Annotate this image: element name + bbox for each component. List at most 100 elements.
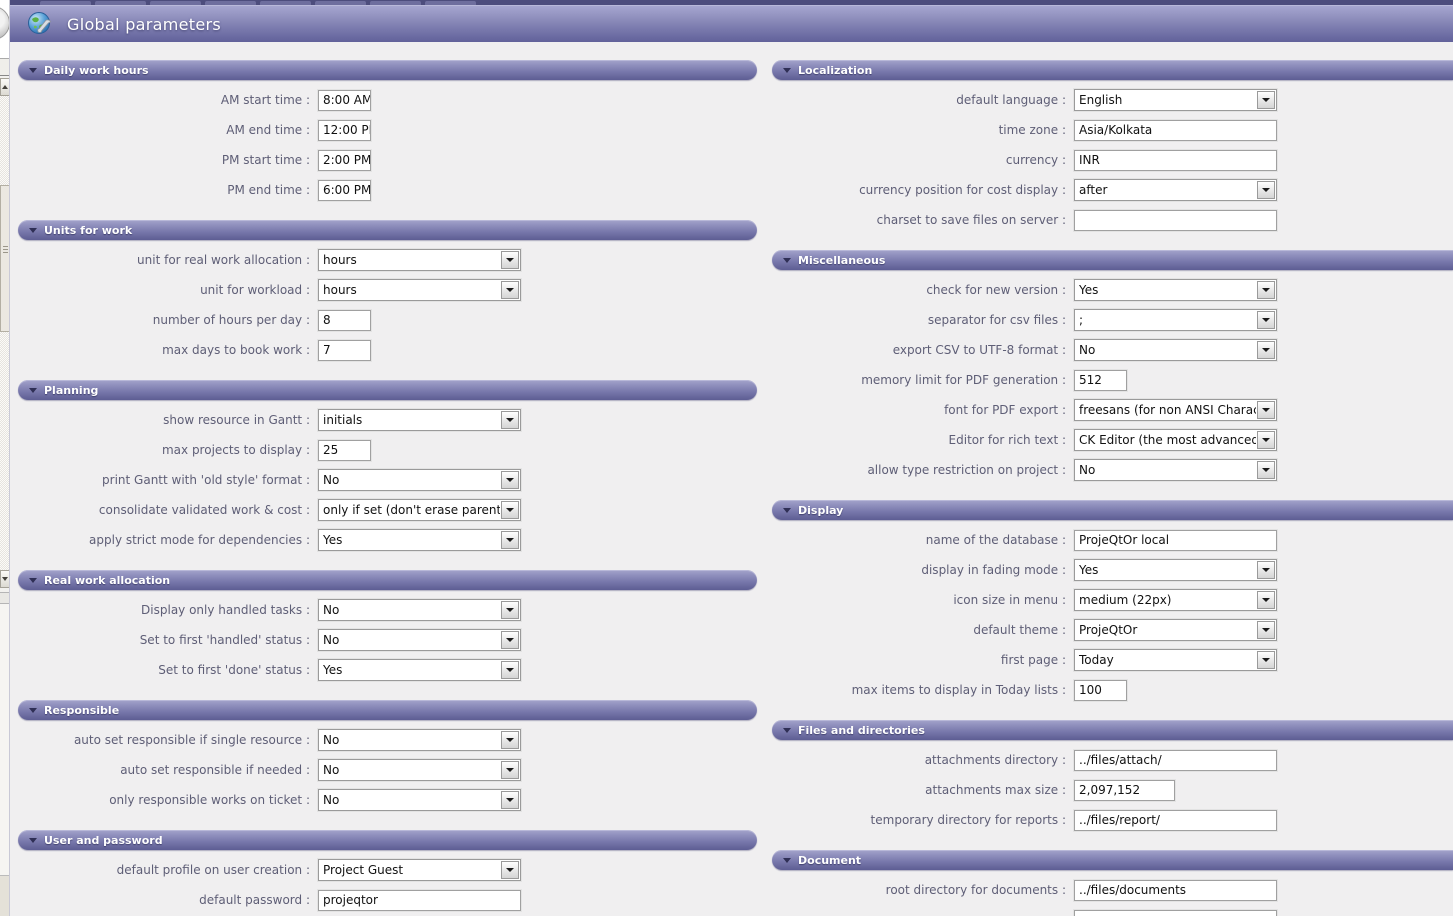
dropdown-arrow-icon[interactable] <box>1257 181 1275 199</box>
select-input[interactable]: No <box>1074 339 1277 361</box>
text-input[interactable]: ../files/attach/ <box>1074 750 1277 771</box>
scrollbar-down-button[interactable] <box>0 570 10 588</box>
select-input[interactable]: No <box>318 789 521 811</box>
section-title: Daily work hours <box>44 64 149 77</box>
text-input[interactable]: projeqtor <box>318 890 521 911</box>
select-input[interactable]: Yes <box>1074 559 1277 581</box>
field-row: show resource in Gantt :initials <box>18 409 757 431</box>
scrollbar-track[interactable] <box>0 96 10 185</box>
section-header[interactable]: Units for work <box>18 220 757 240</box>
select-input[interactable]: Yes <box>318 659 521 681</box>
scrollbar-up-button[interactable] <box>0 78 10 96</box>
select-input[interactable]: hours <box>318 249 521 271</box>
dropdown-arrow-icon[interactable] <box>1257 561 1275 579</box>
dropdown-arrow-icon[interactable] <box>501 731 519 749</box>
dropdown-arrow-icon[interactable] <box>501 251 519 269</box>
select-input[interactable]: CK Editor (the most advanced one) <box>1074 429 1277 451</box>
select-input[interactable]: only if set (don't erase parents) <box>318 499 521 521</box>
text-input[interactable]: ProjeQtOr local <box>1074 530 1277 551</box>
text-input[interactable]: 25 <box>318 440 371 461</box>
section-header[interactable]: Display <box>772 500 1453 520</box>
field-label: unit for workload : <box>18 283 318 297</box>
select-input[interactable]: Project Guest <box>318 859 521 881</box>
dropdown-arrow-icon[interactable] <box>1257 461 1275 479</box>
text-input[interactable]: ../files/report/ <box>1074 810 1277 831</box>
dropdown-arrow-icon[interactable] <box>501 861 519 879</box>
dropdown-arrow-icon[interactable] <box>1257 281 1275 299</box>
scrollbar-track[interactable] <box>0 332 10 570</box>
section-header[interactable]: Real work allocation <box>18 570 757 590</box>
dropdown-arrow-icon[interactable] <box>1257 341 1275 359</box>
field-row: first page :Today <box>772 649 1453 671</box>
section-title: User and password <box>44 834 163 847</box>
section-header[interactable]: Miscellaneous <box>772 250 1453 270</box>
text-input[interactable]: ../files/documents <box>1074 880 1277 901</box>
section-header[interactable]: Responsible <box>18 700 757 720</box>
collapse-triangle-icon <box>29 578 37 583</box>
select-input[interactable]: ProjeQtOr <box>1074 619 1277 641</box>
text-input[interactable]: 7 <box>318 340 371 361</box>
dropdown-arrow-icon[interactable] <box>1257 311 1275 329</box>
select-input[interactable]: Yes <box>318 529 521 551</box>
dropdown-arrow-icon[interactable] <box>501 791 519 809</box>
section-header[interactable]: Files and directories <box>772 720 1453 740</box>
dropdown-arrow-icon[interactable] <box>1257 431 1275 449</box>
dropdown-arrow-icon[interactable] <box>501 601 519 619</box>
section-title: Real work allocation <box>44 574 170 587</box>
text-input[interactable]: 12:00 PM <box>318 120 371 141</box>
dropdown-arrow-icon[interactable] <box>501 411 519 429</box>
dropdown-arrow-icon[interactable] <box>501 281 519 299</box>
text-input[interactable]: 8 <box>318 310 371 331</box>
field-label: name of the database : <box>772 533 1074 547</box>
select-input[interactable]: medium (22px) <box>1074 589 1277 611</box>
select-input[interactable]: after <box>1074 179 1277 201</box>
text-input[interactable]: 2:00 PM <box>318 150 371 171</box>
text-input[interactable]: INR <box>1074 150 1277 171</box>
dropdown-arrow-icon[interactable] <box>501 631 519 649</box>
select-input[interactable]: No <box>318 729 521 751</box>
section-header[interactable]: Document <box>772 850 1453 870</box>
select-input[interactable]: Yes <box>1074 279 1277 301</box>
section-header[interactable]: User and password <box>18 830 757 850</box>
dropdown-arrow-icon[interactable] <box>1257 651 1275 669</box>
section-header[interactable]: Daily work hours <box>18 60 757 80</box>
select-input[interactable]: hours <box>318 279 521 301</box>
select-input[interactable]: No <box>318 629 521 651</box>
text-input[interactable]: 2,097,152 <box>1074 780 1175 801</box>
select-input[interactable]: initials <box>318 409 521 431</box>
dropdown-arrow-icon[interactable] <box>501 661 519 679</box>
left-panel-box <box>0 58 10 76</box>
select-input[interactable]: No <box>318 469 521 491</box>
text-input[interactable]: 512 <box>1074 370 1127 391</box>
section: Units for workunit for real work allocat… <box>18 220 757 361</box>
select-input[interactable]: No <box>318 599 521 621</box>
dropdown-arrow-icon[interactable] <box>1257 621 1275 639</box>
section-header[interactable]: Localization <box>772 60 1453 80</box>
dropdown-arrow-icon[interactable] <box>1257 91 1275 109</box>
field-row: default password :projeqtor <box>18 889 757 911</box>
dropdown-arrow-icon[interactable] <box>501 531 519 549</box>
text-input[interactable]: Asia/Kolkata <box>1074 120 1277 141</box>
dropdown-arrow-icon[interactable] <box>1257 591 1275 609</box>
text-input[interactable] <box>1074 210 1277 231</box>
text-input[interactable]: 8:00 AM <box>318 90 371 111</box>
text-input[interactable] <box>1074 910 1277 916</box>
select-input[interactable]: English <box>1074 89 1277 111</box>
section: Daily work hoursAM start time :8:00 AMAM… <box>18 60 757 201</box>
select-input[interactable]: ; <box>1074 309 1277 331</box>
scrollbar-thumb[interactable] <box>0 185 10 332</box>
select-value: initials <box>319 410 500 430</box>
text-input[interactable]: 6:00 PM <box>318 180 371 201</box>
dropdown-arrow-icon[interactable] <box>501 501 519 519</box>
select-input[interactable]: Today <box>1074 649 1277 671</box>
field-row: time zone :Asia/Kolkata <box>772 119 1453 141</box>
dropdown-arrow-icon[interactable] <box>1257 401 1275 419</box>
select-input[interactable]: freesans (for non ANSI Characters) <box>1074 399 1277 421</box>
select-input[interactable]: No <box>318 759 521 781</box>
dropdown-arrow-icon[interactable] <box>501 761 519 779</box>
collapse-triangle-icon <box>783 858 791 863</box>
text-input[interactable]: 100 <box>1074 680 1127 701</box>
select-input[interactable]: No <box>1074 459 1277 481</box>
dropdown-arrow-icon[interactable] <box>501 471 519 489</box>
section-header[interactable]: Planning <box>18 380 757 400</box>
